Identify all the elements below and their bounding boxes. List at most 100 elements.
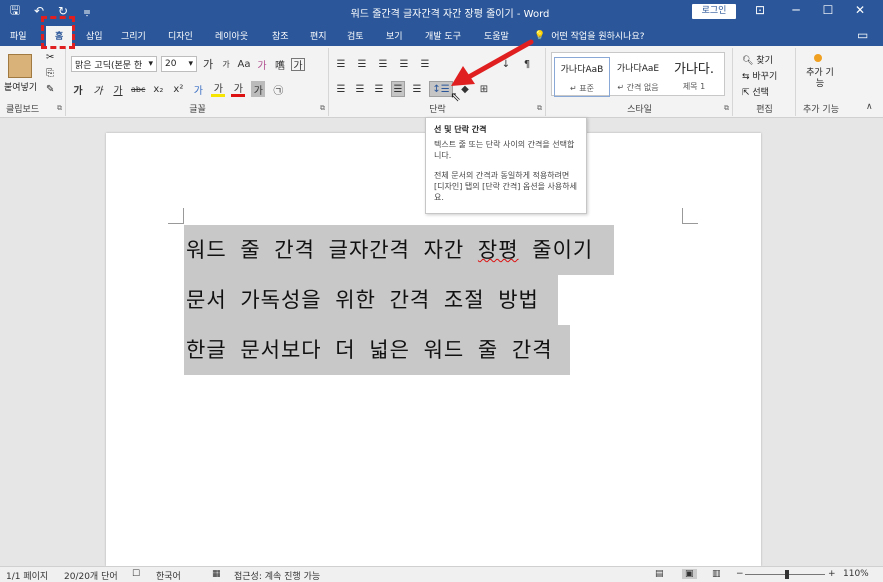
addins-icon[interactable] [814, 54, 822, 62]
style-name: 제목 1 [682, 82, 706, 91]
decrease-indent-icon[interactable]: ☰ [397, 56, 411, 72]
paragraph-launcher-icon[interactable]: ⧉ [537, 104, 542, 113]
red-arrow-annotation [451, 39, 534, 86]
bold-icon[interactable]: 가 [71, 81, 85, 97]
text-effects-icon[interactable]: 가 [191, 81, 205, 97]
style-heading1[interactable]: 가나다. 제목 1 [666, 57, 722, 97]
tab-file[interactable]: 파일 [10, 29, 27, 42]
style-name: ↵ 표준 [570, 84, 594, 93]
find-button[interactable]: 🔍︎ 찾기 [742, 53, 773, 66]
superscript-icon[interactable]: x² [171, 81, 185, 97]
shrink-font-icon[interactable]: 가 [219, 56, 233, 72]
clipboard-group: 붙여넣기 ✂ ⎘ ✎ 클립보드 ⧉ [0, 48, 66, 116]
style-no-spacing[interactable]: 가나다AaE ↵ 간격 없음 [610, 57, 666, 97]
language[interactable]: 한국어 [156, 569, 181, 582]
minimize-button[interactable]: ─ [788, 3, 804, 17]
font-color-icon[interactable]: 가 [231, 81, 246, 97]
tab-review[interactable]: 검토 [347, 29, 364, 42]
maximize-button[interactable]: ☐ [820, 3, 836, 17]
replace-label: 바꾸기 [752, 72, 778, 82]
chevron-down-icon: ▾ [148, 59, 153, 69]
tooltip-title: 선 및 단락 간격 [434, 125, 487, 134]
doc-line-2[interactable]: 문서 가독성을 위한 간격 조절 방법 [184, 275, 558, 325]
home-tab-highlight-box [41, 16, 75, 49]
font-launcher-icon[interactable]: ⧉ [320, 104, 325, 113]
customize-qat-icon[interactable]: ⩦ [80, 3, 94, 19]
style-normal[interactable]: 가나다AaB ↵ 표준 [554, 57, 610, 97]
font-group: 맑은 고딕(본문 한 ▾ 20 ▾ 가 가 Aa 가 嚿 가 가 가 가 abc x… [67, 48, 329, 116]
window-title: 워드 줄간격 글자간격 자간 장평 줄이기 - Word [350, 9, 550, 20]
distributed-icon[interactable]: ☰ [410, 81, 424, 97]
zoom-in-button[interactable]: + [828, 569, 836, 579]
accessibility-status[interactable]: 접근성: 계속 진행 가능 [234, 569, 320, 582]
align-right-icon[interactable]: ☰ [372, 81, 386, 97]
select-button[interactable]: ⇱ 선택 [742, 85, 769, 98]
tab-references[interactable]: 참조 [272, 29, 289, 42]
numbering-icon[interactable]: ☰ [355, 56, 369, 72]
zoom-slider-thumb[interactable] [785, 570, 789, 579]
multilevel-list-icon[interactable]: ☰ [376, 56, 390, 72]
page-count[interactable]: 1/1 페이지 [6, 569, 48, 582]
track-changes-icon[interactable]: ▦ [212, 569, 221, 579]
highlight-color-icon[interactable]: 가 [211, 81, 226, 97]
clear-formatting-icon[interactable]: 가 [255, 56, 269, 72]
strikethrough-icon[interactable]: abc [131, 81, 145, 97]
styles-launcher-icon[interactable]: ⧉ [724, 104, 729, 113]
login-button[interactable]: 로그인 [692, 4, 736, 19]
proofing-icon[interactable]: ☐ [132, 569, 140, 579]
replace-button[interactable]: ⇆ 바꾸기 [742, 69, 777, 82]
change-case-icon[interactable]: Aa [237, 56, 251, 72]
tab-draw[interactable]: 그리기 [121, 29, 146, 42]
align-center-icon[interactable]: ☰ [353, 81, 367, 97]
increase-indent-icon[interactable]: ☰ [418, 56, 432, 72]
title-bar: 🖫 ↶ ↻ ⩦ 워드 줄간격 글자간격 자간 장평 줄이기 - Word 로그인… [0, 0, 883, 24]
justify-icon[interactable]: ☰ [391, 81, 405, 97]
comments-icon[interactable]: ▭ [857, 28, 868, 42]
enclose-characters-icon[interactable]: ㉠ [271, 81, 285, 97]
cut-icon[interactable]: ✂ [46, 52, 54, 63]
doc-line-1[interactable]: 워드 줄 간격 글자간격 자간 장평 줄이기 [184, 225, 614, 275]
phonetic-guide-icon[interactable]: 嚿 [273, 56, 287, 72]
zoom-out-button[interactable]: − [736, 569, 744, 579]
underline-icon[interactable]: 가 [111, 81, 125, 97]
bullets-icon[interactable]: ☰ [334, 56, 348, 72]
tell-me-search[interactable]: 💡 어떤 작업을 원하시나요? [534, 29, 645, 43]
word-count[interactable]: 20/20개 단어 [64, 569, 118, 582]
paste-button[interactable]: 붙여넣기 [4, 80, 37, 93]
clipboard-launcher-icon[interactable]: ⧉ [57, 104, 62, 113]
character-border-icon[interactable]: 가 [291, 57, 305, 72]
font-size-combo[interactable]: 20 ▾ [161, 56, 197, 72]
align-left-icon[interactable]: ☰ [334, 81, 348, 97]
doc-line-3[interactable]: 한글 문서보다 더 넓은 워드 줄 간격 [184, 325, 570, 375]
grow-font-icon[interactable]: 가 [201, 56, 215, 72]
subscript-icon[interactable]: x₂ [151, 81, 165, 97]
web-layout-icon[interactable]: ▥ [712, 569, 721, 579]
addins-button[interactable]: 추가 기능 [803, 68, 837, 90]
format-painter-icon[interactable]: ✎ [46, 84, 54, 95]
copy-icon[interactable]: ⎘ [46, 68, 54, 79]
ribbon-display-icon[interactable]: ⊡ [752, 3, 768, 17]
tab-mailings[interactable]: 편지 [310, 29, 327, 42]
vertical-scrollbar[interactable] [867, 119, 883, 566]
tab-view[interactable]: 보기 [386, 29, 403, 42]
lightbulb-icon: 💡 [534, 30, 546, 41]
tab-insert[interactable]: 삽입 [86, 29, 103, 42]
tab-layout[interactable]: 레이아웃 [215, 29, 248, 42]
zoom-level[interactable]: 110% [843, 569, 869, 579]
print-layout-icon[interactable]: ▣ [682, 569, 697, 579]
save-icon[interactable]: 🖫 [8, 3, 22, 19]
font-name-combo[interactable]: 맑은 고딕(본문 한 ▾ [71, 56, 157, 72]
line-spacing-tooltip: 선 및 단락 간격 텍스트 줄 또는 단락 사이의 간격을 선택합니다. 전체 … [425, 117, 587, 214]
collapse-ribbon-icon[interactable]: ∧ [866, 102, 873, 112]
styles-label: 스타일 [627, 105, 652, 115]
paste-icon[interactable] [8, 54, 32, 78]
margin-corner-tr [682, 208, 698, 224]
style-preview: 가나다AaB [560, 65, 604, 75]
styles-group: 가나다AaB ↵ 표준 가나다AaE ↵ 간격 없음 가나다. 제목 1 스타일… [547, 48, 733, 116]
italic-icon[interactable]: 가 [91, 81, 105, 97]
editing-group: 🔍︎ 찾기 ⇆ 바꾸기 ⇱ 선택 편집 [734, 48, 796, 116]
close-button[interactable]: ✕ [852, 3, 868, 17]
tab-design[interactable]: 디자인 [168, 29, 193, 42]
read-mode-icon[interactable]: ▤ [655, 569, 664, 579]
character-shading-icon[interactable]: 가 [251, 81, 266, 97]
